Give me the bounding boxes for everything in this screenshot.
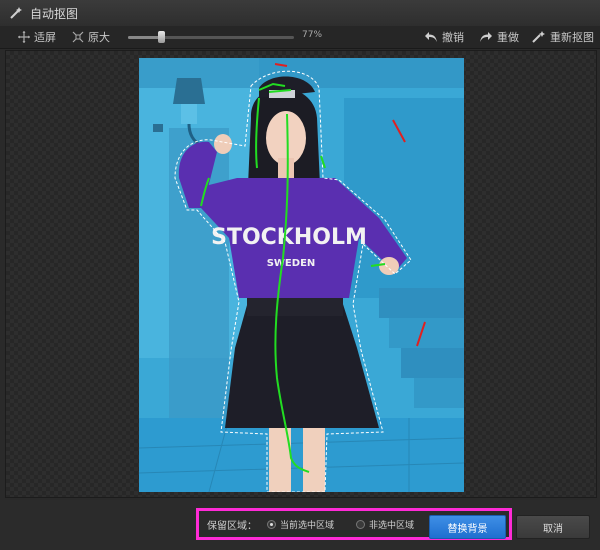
radio-dot-selected[interactable] (267, 519, 276, 529)
radio-dot[interactable] (356, 519, 366, 529)
fit-screen-label: 适屏 (34, 31, 56, 44)
redo-icon (480, 32, 492, 42)
undo-label: 撤销 (442, 31, 464, 44)
radio-current-selection[interactable]: 当前选中区域 (267, 518, 334, 531)
magic-wand-icon (8, 5, 24, 21)
fit-screen-icon (18, 31, 30, 43)
fit-screen-button[interactable]: 适屏 (18, 29, 56, 45)
redo-label: 重做 (497, 31, 519, 44)
recut-icon (532, 31, 545, 43)
zoom-slider[interactable] (128, 31, 294, 43)
undo-icon (425, 32, 437, 42)
redo-button[interactable]: 重做 (479, 29, 519, 45)
undo-button[interactable]: 撤销 (424, 29, 464, 45)
shirt-text: STOCKHOLM (211, 225, 367, 250)
zoom-slider-handle[interactable] (158, 31, 166, 43)
keep-area-label: 保留区域： (207, 520, 257, 532)
cancel-button[interactable]: 取消 (516, 515, 590, 539)
replace-background-label: 替换背景 (447, 523, 488, 535)
title-bar: 自动抠图 (0, 0, 600, 27)
zoom-slider-fill (128, 36, 162, 39)
recut-button[interactable]: 重新抠图 (532, 29, 594, 45)
cutout-photo[interactable]: STOCKHOLM SWEDEN (139, 58, 464, 492)
zoom-readout: 77% (302, 30, 323, 40)
radio-unselected-area[interactable]: 非选中区域 (356, 518, 414, 531)
photo-canvas: STOCKHOLM SWEDEN (139, 58, 464, 492)
cancel-label: 取消 (543, 523, 563, 535)
bottom-bar: 保留区域： 当前选中区域 非选中区域 替换背景 取消 (0, 500, 600, 550)
original-size-icon (72, 31, 84, 43)
recut-label: 重新抠图 (550, 31, 594, 44)
window-title: 自动抠图 (30, 6, 79, 21)
original-size-label: 原大 (88, 31, 110, 44)
replace-background-button[interactable]: 替换背景 (429, 515, 506, 539)
radio-unselected-label: 非选中区域 (369, 520, 415, 531)
radio-current-label: 当前选中区域 (280, 520, 335, 531)
original-size-button[interactable]: 原大 (72, 29, 110, 45)
toolbar: 适屏 原大 77% 撤销 重做 重新抠图 (0, 26, 600, 49)
shirt-subtext: SWEDEN (267, 258, 316, 269)
